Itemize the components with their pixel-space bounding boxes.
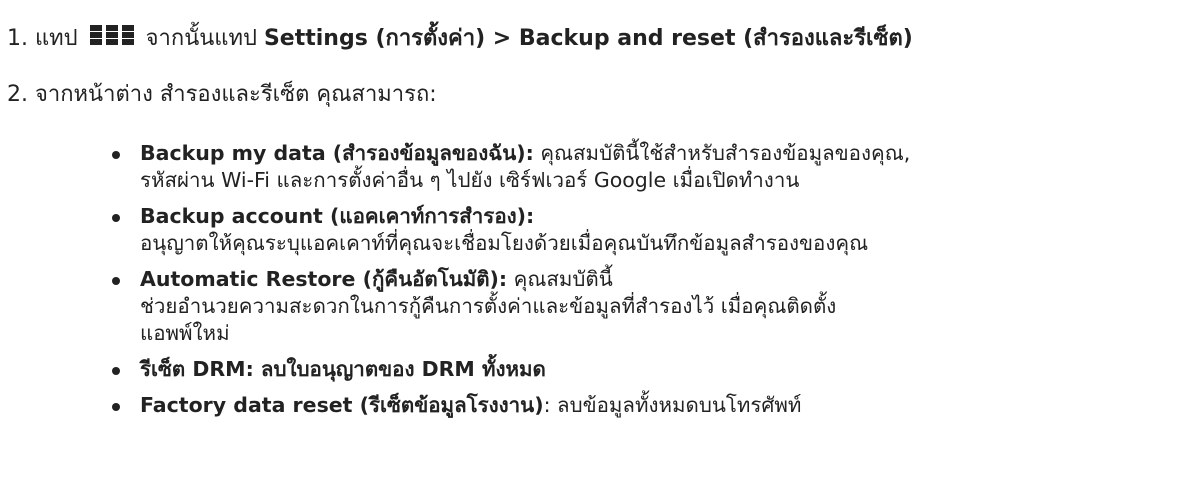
option-reset-drm: รีเซ็ต DRM: ลบใบอนุญาตของ DRM ทั้งหมด <box>112 356 1182 383</box>
option-backup-account: Backup account (แอคเคาท์การสำรอง): อนุญา… <box>112 203 1182 257</box>
option-line: Factory data reset (รีเซ็ตข้อมูลโรงงาน):… <box>140 392 1182 419</box>
option-description: แอพพ์ใหม่ <box>140 321 230 345</box>
instruction-page: 1. แทป จากนั้นแทป Settings (การตั้งค่า) … <box>0 0 1188 495</box>
option-description: อนุญาตให้คุณระบุแอคเคาท์ที่คุณจะเชื่อมโย… <box>140 231 869 255</box>
option-line: Backup account (แอคเคาท์การสำรอง): <box>140 203 1182 230</box>
step-2: 2. จากหน้าต่าง สำรองและรีเซ็ต คุณสามารถ: <box>7 80 437 110</box>
step-2-text: 2. จากหน้าต่าง สำรองและรีเซ็ต คุณสามารถ: <box>7 82 437 107</box>
option-description: ช่วยอำนวยความสะดวกในการกู้คืนการตั้งค่าแ… <box>140 294 837 318</box>
option-description: รหัสผ่าน Wi-Fi และการตั้งค่าอื่น ๆ ไปยัง… <box>140 168 800 192</box>
option-title: Backup account (แอคเคาท์การสำรอง): <box>140 204 535 228</box>
option-title: Backup my data (สำรองข้อมูลของฉัน): <box>140 141 534 165</box>
backup-options-list: Backup my data (สำรองข้อมูลของฉัน): คุณส… <box>112 140 1182 428</box>
bullet-icon <box>112 151 120 159</box>
step-1-prefix: 1. แทป <box>7 26 78 51</box>
bullet-icon <box>112 277 120 285</box>
step-1: 1. แทป จากนั้นแทป Settings (การตั้งค่า) … <box>7 24 913 54</box>
option-backup-my-data: Backup my data (สำรองข้อมูลของฉัน): คุณส… <box>112 140 1182 194</box>
step-1-settings-path: Settings (การตั้งค่า) > Backup and reset… <box>263 26 913 51</box>
bullet-icon <box>112 367 120 375</box>
option-description: คุณสมบัตินี้ใช้สำหรับสำรองข้อมูลของคุณ, <box>533 141 911 165</box>
option-description: คุณสมบัตินี้ <box>507 267 613 291</box>
option-factory-data-reset: Factory data reset (รีเซ็ตข้อมูลโรงงาน):… <box>112 392 1182 419</box>
step-1-middle: จากนั้นแทป <box>145 26 257 51</box>
bullet-icon <box>112 214 120 222</box>
option-description: : ลบข้อมูลทั้งหมดบนโทรศัพท์ <box>543 393 802 417</box>
option-title: รีเซ็ต DRM: ลบใบอนุญาตของ DRM ทั้งหมด <box>140 357 546 381</box>
bullet-icon <box>112 403 120 411</box>
option-line: Automatic Restore (กู้คืนอัตโนมัติ): คุณ… <box>140 266 1182 293</box>
option-automatic-restore: Automatic Restore (กู้คืนอัตโนมัติ): คุณ… <box>112 266 1182 347</box>
option-line: รีเซ็ต DRM: ลบใบอนุญาตของ DRM ทั้งหมด <box>140 356 1182 383</box>
apps-grid-icon <box>89 24 135 46</box>
option-title: Automatic Restore (กู้คืนอัตโนมัติ): <box>140 267 508 291</box>
option-title: Factory data reset (รีเซ็ตข้อมูลโรงงาน) <box>140 393 544 417</box>
option-line: Backup my data (สำรองข้อมูลของฉัน): คุณส… <box>140 140 1182 167</box>
